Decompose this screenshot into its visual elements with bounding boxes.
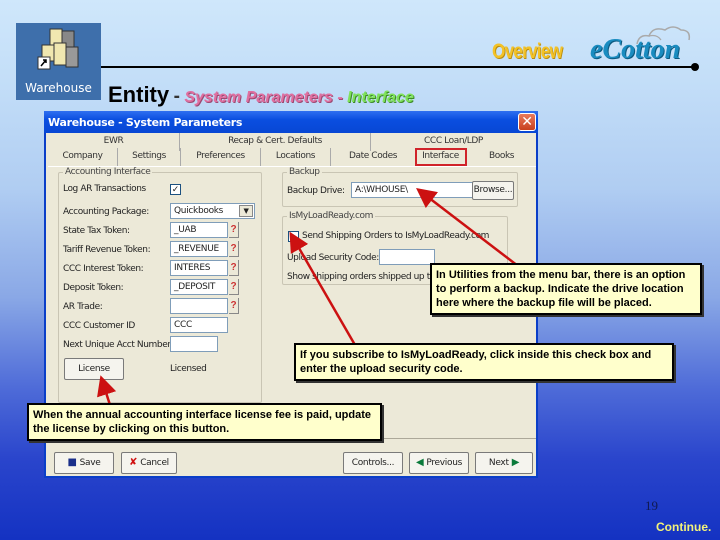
- upload-security-code-label: Upload Security Code:: [287, 253, 379, 263]
- deposit-token-label: Deposit Token:: [63, 283, 124, 293]
- tab-company[interactable]: Company: [48, 148, 118, 166]
- tab-row-2: Company Settings Preferences Locations D…: [48, 148, 536, 166]
- log-ar-transactions-label: Log AR Transactions: [63, 184, 146, 194]
- accounting-package-select[interactable]: Quickbooks ▼: [170, 203, 255, 219]
- previous-label: Previous: [426, 458, 463, 468]
- ar-trade-label: AR Trade:: [63, 302, 103, 312]
- upload-security-code-input[interactable]: [379, 249, 435, 265]
- ccc-interest-token-input[interactable]: INTERES: [170, 260, 228, 276]
- accounting-package-value: Quickbooks: [174, 206, 224, 216]
- next-icon: ▶: [511, 457, 520, 468]
- next-button[interactable]: Next ▶: [475, 452, 533, 474]
- ccc-customer-id-input[interactable]: CCC: [170, 317, 228, 333]
- previous-button[interactable]: ◀ Previous: [409, 452, 469, 474]
- ar-trade-input[interactable]: [170, 298, 228, 314]
- accounting-interface-legend: Accounting Interface: [65, 167, 151, 177]
- backup-legend: Backup: [289, 167, 320, 177]
- tab-interface[interactable]: Interface: [415, 148, 467, 166]
- window-titlebar[interactable]: Warehouse - System Parameters ✕: [44, 111, 538, 133]
- tab-date-codes[interactable]: Date Codes: [331, 148, 415, 166]
- backup-drive-label: Backup Drive:: [287, 186, 345, 196]
- state-tax-token-label: State Tax Token:: [63, 226, 130, 236]
- state-tax-help-icon[interactable]: ?: [229, 222, 239, 238]
- tariff-revenue-help-icon[interactable]: ?: [229, 241, 239, 257]
- deposit-token-input[interactable]: _DEPOSIT: [170, 279, 228, 295]
- title-section: System Parameters: [184, 89, 333, 106]
- license-button[interactable]: License: [64, 358, 124, 380]
- callout-ismyloadready: If you subscribe to IsMyLoadReady, click…: [294, 343, 674, 381]
- ismyloadready-legend: IsMyLoadReady.com: [289, 211, 373, 221]
- send-shipping-orders-label: Send Shipping Orders to IsMyLoadReady.co…: [302, 231, 490, 241]
- next-unique-acct-input[interactable]: [170, 336, 218, 352]
- tab-settings[interactable]: Settings: [118, 148, 181, 166]
- state-tax-token-input[interactable]: _UAB: [170, 222, 228, 238]
- warehouse-app-icon[interactable]: Warehouse: [16, 23, 101, 100]
- close-icon[interactable]: ✕: [518, 113, 536, 131]
- accounting-package-label: Accounting Package:: [63, 207, 149, 217]
- title-separator-2: -: [337, 89, 343, 106]
- tariff-revenue-token-input[interactable]: _REVENUE: [170, 241, 228, 257]
- title-subsection: Interface: [347, 89, 414, 106]
- app-icon-label: Warehouse: [25, 81, 92, 95]
- next-unique-acct-label: Next Unique Acct Number: [63, 340, 171, 350]
- title-entity: Entity: [108, 82, 170, 107]
- x-icon: ✘: [129, 457, 138, 468]
- page-title: Entity - System Parameters - Interface: [108, 82, 414, 108]
- warehouse-buildings-icon: [37, 28, 79, 70]
- controls-button[interactable]: Controls...: [343, 452, 403, 474]
- chevron-down-icon[interactable]: ▼: [239, 205, 253, 217]
- license-status: Licensed: [170, 364, 207, 374]
- next-label: Next: [488, 458, 509, 468]
- deposit-help-icon[interactable]: ?: [229, 279, 239, 295]
- window-title: Warehouse - System Parameters: [48, 116, 243, 129]
- callout-backup: In Utilities from the menu bar, there is…: [430, 263, 702, 315]
- browse-button[interactable]: Browse...: [472, 181, 514, 200]
- ccc-interest-token-label: CCC Interest Token:: [63, 264, 144, 274]
- backup-drive-input[interactable]: A:\WHOUSE\: [351, 182, 473, 198]
- page-number: 19: [645, 498, 658, 513]
- log-ar-transactions-checkbox[interactable]: ✓: [170, 184, 181, 195]
- cancel-label: Cancel: [140, 458, 169, 468]
- ccc-interest-help-icon[interactable]: ?: [229, 260, 239, 276]
- overview-label: Overview: [492, 40, 563, 63]
- continue-link[interactable]: Continue.: [656, 520, 711, 534]
- save-label: Save: [79, 458, 101, 468]
- ar-trade-help-icon[interactable]: ?: [229, 298, 239, 314]
- save-button[interactable]: ■ Save: [54, 452, 114, 474]
- tariff-revenue-token-label: Tariff Revenue Token:: [63, 245, 151, 255]
- header-rule-full: [120, 66, 694, 68]
- show-shipped-label: Show shipping orders shipped up to: [287, 272, 435, 282]
- tab-preferences[interactable]: Preferences: [181, 148, 261, 166]
- ccc-customer-id-label: CCC Customer ID: [63, 321, 135, 331]
- brand-logo: eCotton: [590, 34, 681, 65]
- floppy-disk-icon: ■: [67, 457, 77, 468]
- send-shipping-orders-checkbox[interactable]: [288, 231, 299, 242]
- tab-books[interactable]: Books: [467, 148, 536, 166]
- callout-license: When the annual accounting interface lic…: [27, 403, 382, 441]
- previous-icon: ◀: [415, 457, 424, 468]
- header-rule-dot: [691, 63, 699, 71]
- tab-locations[interactable]: Locations: [261, 148, 331, 166]
- cancel-button[interactable]: ✘ Cancel: [121, 452, 177, 474]
- title-separator: -: [173, 86, 180, 107]
